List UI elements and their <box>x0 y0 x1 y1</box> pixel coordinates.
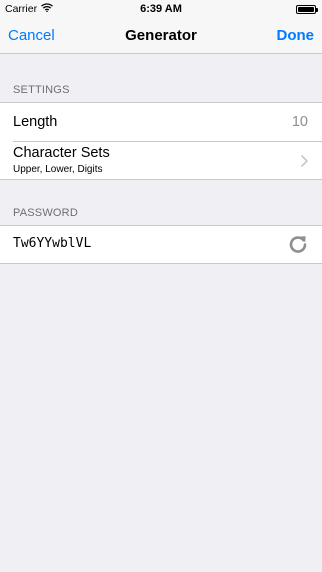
done-button[interactable]: Done <box>277 27 315 44</box>
password-value[interactable]: Tw6YYwblVL <box>13 236 91 251</box>
character-sets-subtitle: Upper, Lower, Digits <box>13 164 103 175</box>
navigation-bar: Cancel Generator Done <box>0 20 322 54</box>
status-time: 6:39 AM <box>140 3 182 15</box>
battery-fill <box>298 7 314 12</box>
refresh-icon[interactable] <box>288 234 308 259</box>
length-label: Length <box>13 114 58 130</box>
status-bar: Carrier 6:39 AM <box>0 0 322 20</box>
password-cell[interactable]: Tw6YYwblVL <box>0 226 322 263</box>
password-group: Tw6YYwblVL <box>0 225 322 264</box>
battery-tip <box>316 8 318 12</box>
character-sets-label: Character Sets <box>13 145 110 161</box>
settings-group: Length 10 Character Sets Upper, Lower, D… <box>0 102 322 180</box>
password-section-header: PASSWORD <box>13 207 78 219</box>
length-value: 10 <box>291 114 308 130</box>
battery-icon <box>296 5 318 14</box>
cancel-button[interactable]: Cancel <box>8 27 55 44</box>
settings-section-header: SETTINGS <box>13 84 70 96</box>
length-cell[interactable]: Length 10 <box>0 103 322 141</box>
character-sets-cell[interactable]: Character Sets Upper, Lower, Digits <box>0 141 322 179</box>
chevron-right-icon <box>301 154 308 172</box>
